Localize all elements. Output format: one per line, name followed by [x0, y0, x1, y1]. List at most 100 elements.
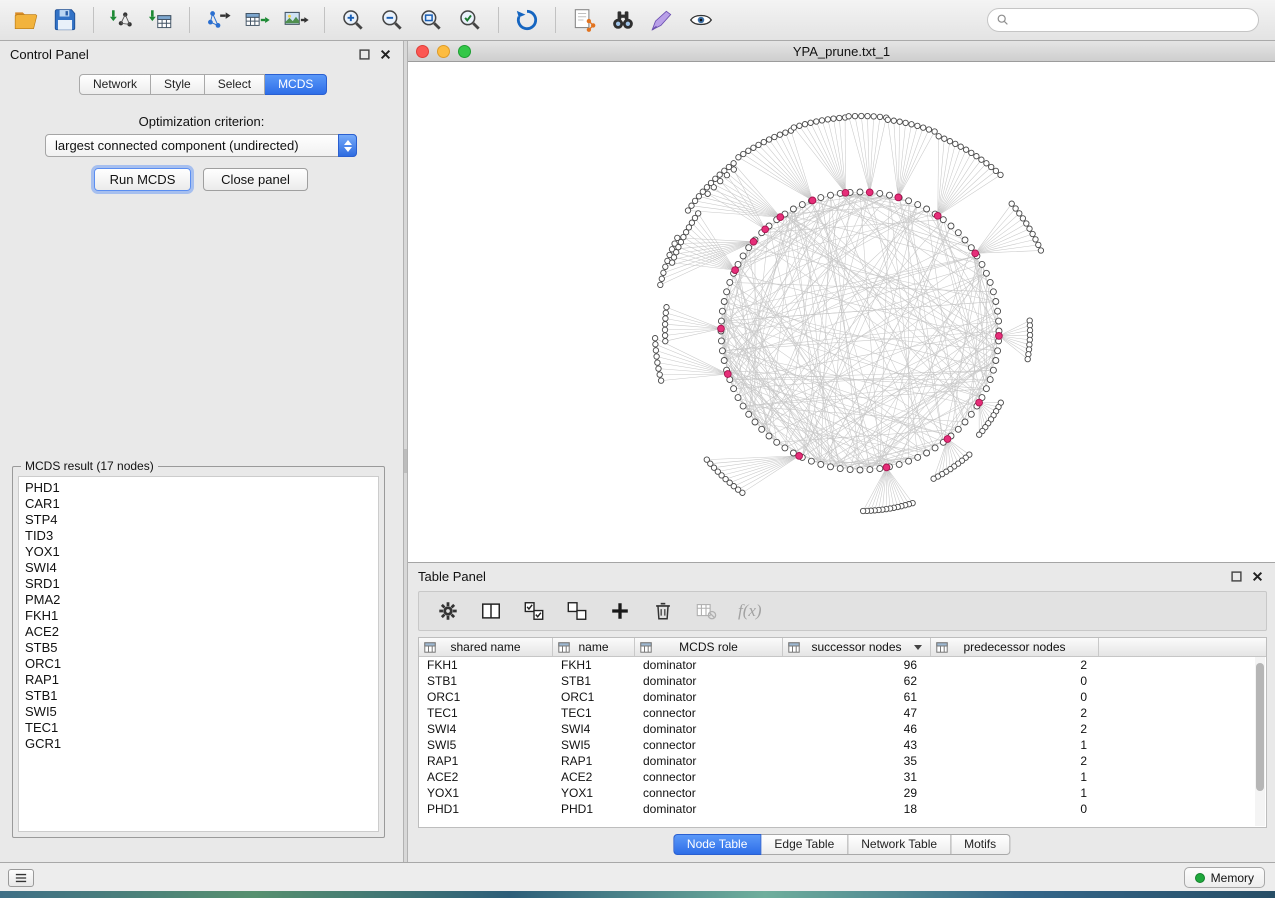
zoom-fit-button[interactable] [413, 4, 449, 36]
open-session-button[interactable] [8, 4, 44, 36]
table-cell[interactable]: 29 [783, 785, 931, 801]
select-all-icon[interactable] [523, 600, 545, 622]
export-table-button[interactable] [239, 4, 275, 36]
mcds-result-item[interactable]: PMA2 [25, 592, 378, 608]
delete-column-icon[interactable] [652, 600, 674, 622]
mcds-result-item[interactable]: ORC1 [25, 656, 378, 672]
table-cell[interactable]: dominator [635, 657, 783, 673]
table-row[interactable]: ORC1ORC1dominator610 [419, 689, 1266, 705]
mcds-result-item[interactable]: STP4 [25, 512, 378, 528]
table-cell[interactable]: 1 [931, 737, 1099, 753]
deselect-all-icon[interactable] [566, 600, 588, 622]
mcds-result-item[interactable]: STB1 [25, 688, 378, 704]
table-cell[interactable]: 1 [931, 769, 1099, 785]
network-graph[interactable] [408, 62, 1275, 562]
zoom-out-button[interactable] [374, 4, 410, 36]
table-cell[interactable]: RAP1 [419, 753, 553, 769]
run-mcds-button[interactable]: Run MCDS [94, 168, 191, 191]
table-cell[interactable]: dominator [635, 689, 783, 705]
table-row[interactable]: SWI5SWI5connector431 [419, 737, 1266, 753]
mcds-result-list[interactable]: PHD1CAR1STP4TID3YOX1SWI4SRD1PMA2FKH1ACE2… [18, 476, 379, 832]
table-settings-gear-icon[interactable] [437, 600, 459, 622]
tab-network[interactable]: Network [79, 74, 151, 95]
tab-edge-table[interactable]: Edge Table [761, 834, 848, 855]
table-cell[interactable]: FKH1 [419, 657, 553, 673]
zoom-in-button[interactable] [335, 4, 371, 36]
table-cell[interactable]: PHD1 [419, 801, 553, 817]
table-scrollbar[interactable] [1255, 657, 1265, 826]
column-header-successor-nodes[interactable]: successor nodes [783, 638, 931, 656]
table-cell[interactable]: 1 [931, 785, 1099, 801]
splitter-handle[interactable] [404, 449, 407, 473]
apply-layout-button[interactable] [509, 4, 545, 36]
save-session-button[interactable] [47, 4, 83, 36]
export-image-button[interactable] [278, 4, 314, 36]
table-cell[interactable]: 18 [783, 801, 931, 817]
table-row[interactable]: FKH1FKH1dominator962 [419, 657, 1266, 673]
table-cell[interactable]: 2 [931, 721, 1099, 737]
table-cell[interactable]: STB1 [553, 673, 635, 689]
table-cell[interactable]: SWI4 [419, 721, 553, 737]
table-cell[interactable]: 0 [931, 801, 1099, 817]
tab-select[interactable]: Select [205, 74, 265, 95]
close-panel-icon[interactable] [1252, 571, 1263, 582]
table-cell[interactable]: dominator [635, 673, 783, 689]
float-panel-icon[interactable] [1231, 571, 1242, 582]
table-cell[interactable]: 31 [783, 769, 931, 785]
table-row[interactable]: RAP1RAP1dominator352 [419, 753, 1266, 769]
column-header-mcds-role[interactable]: MCDS role [635, 638, 783, 656]
optimization-criterion-select[interactable]: largest connected component (undirected) [45, 134, 357, 157]
add-column-icon[interactable] [609, 600, 631, 622]
table-cell[interactable]: 2 [931, 705, 1099, 721]
table-cell[interactable]: SWI5 [553, 737, 635, 753]
mcds-result-item[interactable]: SWI5 [25, 704, 378, 720]
table-cell[interactable]: SWI4 [553, 721, 635, 737]
memory-button[interactable]: Memory [1184, 867, 1265, 888]
table-cell[interactable]: connector [635, 737, 783, 753]
sort-descending-icon[interactable] [914, 645, 922, 650]
mcds-result-item[interactable]: RAP1 [25, 672, 378, 688]
export-network-button[interactable] [200, 4, 236, 36]
network-canvas[interactable] [408, 62, 1275, 562]
tab-motifs[interactable]: Motifs [951, 834, 1010, 855]
network-nodes[interactable] [652, 113, 1043, 513]
table-cell[interactable]: ORC1 [553, 689, 635, 705]
table-cell[interactable]: FKH1 [553, 657, 635, 673]
mcds-result-item[interactable]: ACE2 [25, 624, 378, 640]
table-row[interactable]: SWI4SWI4dominator462 [419, 721, 1266, 737]
table-cell[interactable]: YOX1 [419, 785, 553, 801]
table-cell[interactable]: dominator [635, 753, 783, 769]
graphics-details-button[interactable] [644, 4, 680, 36]
table-cell[interactable]: 61 [783, 689, 931, 705]
float-panel-icon[interactable] [359, 49, 370, 60]
table-cell[interactable]: 96 [783, 657, 931, 673]
table-cell[interactable]: 2 [931, 753, 1099, 769]
tab-style[interactable]: Style [151, 74, 205, 95]
table-row[interactable]: YOX1YOX1connector291 [419, 785, 1266, 801]
column-header-name[interactable]: name [553, 638, 635, 656]
table-cell[interactable]: ACE2 [419, 769, 553, 785]
tab-node-table[interactable]: Node Table [673, 834, 762, 855]
table-cell[interactable]: 47 [783, 705, 931, 721]
share-document-button[interactable] [566, 4, 602, 36]
search-box[interactable] [987, 8, 1259, 32]
scrollbar-thumb[interactable] [1256, 663, 1264, 791]
table-cell[interactable]: dominator [635, 721, 783, 737]
table-cell[interactable]: 0 [931, 673, 1099, 689]
mcds-result-item[interactable]: STB5 [25, 640, 378, 656]
find-button[interactable] [605, 4, 641, 36]
table-cell[interactable]: connector [635, 769, 783, 785]
table-cell[interactable]: SWI5 [419, 737, 553, 753]
table-cell[interactable]: 43 [783, 737, 931, 753]
table-row[interactable]: TEC1TEC1connector472 [419, 705, 1266, 721]
table-cell[interactable]: TEC1 [419, 705, 553, 721]
mcds-result-item[interactable]: CAR1 [25, 496, 378, 512]
table-cell[interactable]: TEC1 [553, 705, 635, 721]
task-history-button[interactable] [8, 869, 34, 887]
table-cell[interactable]: connector [635, 705, 783, 721]
network-window-titlebar[interactable]: YPA_prune.txt_1 [408, 41, 1275, 62]
table-cell[interactable]: YOX1 [553, 785, 635, 801]
table-row[interactable]: STB1STB1dominator620 [419, 673, 1266, 689]
show-columns-icon[interactable] [480, 600, 502, 622]
table-cell[interactable]: connector [635, 785, 783, 801]
